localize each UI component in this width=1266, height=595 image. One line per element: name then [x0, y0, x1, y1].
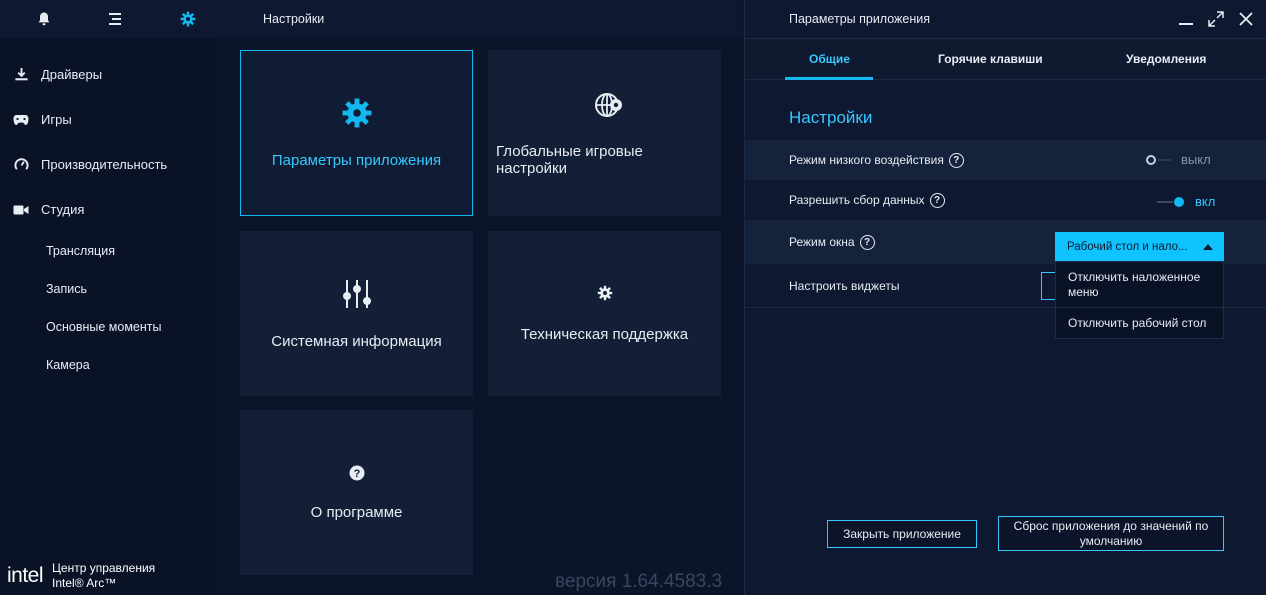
- expand-button[interactable]: [1208, 11, 1224, 27]
- section-title: Настройки: [789, 108, 873, 127]
- gamepad-icon: [13, 112, 29, 128]
- panel-tabs: Общие Горячие клавиши Уведомления: [745, 38, 1266, 80]
- brand-line-1: Центр управления: [52, 561, 156, 575]
- close-button[interactable]: [1238, 11, 1254, 27]
- tile-app-settings[interactable]: Параметры приложения: [240, 50, 473, 216]
- sidebar-subitem-camera[interactable]: Камера: [0, 346, 217, 384]
- help-icon[interactable]: ?: [929, 192, 945, 208]
- toggle-on-icon: [1157, 196, 1184, 207]
- tile-label: Параметры приложения: [271, 152, 442, 169]
- sidebar-item-label: Студия: [41, 202, 85, 217]
- sidebar-top-icons: [0, 0, 217, 38]
- tile-label: О программе: [310, 503, 403, 521]
- help-circle-icon: ?: [349, 465, 365, 486]
- settings-column: Настройки Параметры приложения Глобальны…: [217, 0, 743, 595]
- sidebar-item-performance[interactable]: Производительность: [0, 142, 217, 187]
- tab-general[interactable]: Общие: [809, 52, 850, 66]
- help-icon[interactable]: ?: [859, 234, 875, 250]
- dropdown-option[interactable]: Отключить наложенное меню: [1056, 262, 1223, 307]
- close-app-button[interactable]: Закрыть приложение: [827, 520, 977, 548]
- row-label: Разрешить сбор данных: [789, 193, 925, 207]
- notifications-button[interactable]: [16, 0, 71, 38]
- toggle-state: выкл: [1181, 152, 1211, 167]
- tile-tech-support[interactable]: Техническая поддержка: [488, 231, 721, 396]
- brand-line-2: Intel® Arc™: [52, 576, 117, 590]
- sidebar-item-games[interactable]: Игры: [0, 97, 217, 142]
- minimize-icon: [1179, 23, 1193, 25]
- sidebar-item-label: Игры: [41, 112, 72, 127]
- intel-logo: intel: [7, 564, 44, 587]
- row-label: Режим низкого воздействия: [789, 153, 944, 167]
- sidebar-item-studio[interactable]: Студия: [0, 187, 217, 232]
- close-icon: [1239, 12, 1253, 26]
- sidebar-nav: Драйверы Игры Производительность Студия …: [0, 52, 217, 384]
- intel-arc-control-window: Драйверы Игры Производительность Студия …: [0, 0, 1266, 595]
- dropdown-option[interactable]: Отключить рабочий стол: [1056, 307, 1223, 338]
- gauge-icon: [13, 157, 29, 173]
- gear-icon: [341, 97, 373, 134]
- sidebar-subitem-recording[interactable]: Запись: [0, 270, 217, 308]
- panel-title: Параметры приложения: [789, 12, 931, 26]
- panel-header: Параметры приложения: [745, 0, 1266, 38]
- brand-footer: intel Центр управления Intel® Arc™: [0, 557, 217, 595]
- minimize-button[interactable]: [1178, 11, 1194, 27]
- sidebar-item-drivers[interactable]: Драйверы: [0, 52, 217, 97]
- sliders-icon: [341, 278, 373, 315]
- video-camera-icon: [13, 202, 29, 218]
- tile-global-game-settings[interactable]: Глобальные игровые настройки: [488, 50, 721, 216]
- sidebar-subitem-highlights[interactable]: Основные моменты: [0, 308, 217, 346]
- gear-icon: [180, 11, 195, 27]
- settings-header: Настройки: [217, 0, 743, 38]
- brand-name: Центр управления Intel® Arc™: [52, 561, 155, 591]
- row-label: Настроить виджеты: [789, 278, 900, 293]
- tile-label: Системная информация: [271, 332, 442, 350]
- caret-up-icon: [1203, 243, 1213, 250]
- sidebar-item-label: Драйверы: [41, 67, 103, 82]
- toggle-state: вкл: [1195, 194, 1216, 209]
- window-mode-dropdown: Отключить наложенное меню Отключить рабо…: [1055, 261, 1224, 339]
- version-label: версия 1.64.4583.3: [555, 571, 723, 592]
- toggle-off-icon: [1146, 154, 1171, 165]
- small-gear-icon: [597, 285, 613, 306]
- menu-button[interactable]: [85, 0, 144, 38]
- globe-gear-icon: [594, 90, 624, 125]
- sidebar-subitem-streaming[interactable]: Трансляция: [0, 232, 217, 270]
- sidebar-item-label: Производительность: [41, 157, 168, 172]
- tile-label: Техническая поддержка: [520, 325, 689, 343]
- tab-hotkeys[interactable]: Горячие клавиши: [938, 52, 1043, 66]
- menu-lines-icon: [108, 13, 121, 25]
- window-mode-select[interactable]: Рабочий стол и нало...: [1055, 232, 1224, 261]
- svg-text:?: ?: [353, 468, 360, 480]
- tile-label: Глобальные игровые настройки: [496, 142, 643, 177]
- bell-icon: [38, 12, 50, 26]
- settings-button[interactable]: [158, 0, 217, 38]
- tile-system-info[interactable]: Системная информация: [240, 231, 473, 396]
- row-label: Режим окна: [789, 235, 855, 249]
- app-settings-panel: Параметры приложения Общие Горячие клави…: [744, 0, 1266, 595]
- expand-icon: [1208, 11, 1224, 27]
- low-impact-toggle[interactable]: выкл: [1145, 152, 1211, 167]
- reset-app-button[interactable]: Сброс приложения до значений по умолчани…: [998, 516, 1224, 551]
- row-low-impact-mode: Режим низкого воздействия ? выкл: [745, 140, 1266, 180]
- active-tab-indicator: [785, 77, 873, 80]
- download-icon: [13, 67, 29, 83]
- select-value: Рабочий стол и нало...: [1067, 240, 1188, 253]
- tab-notifications[interactable]: Уведомления: [1126, 52, 1206, 66]
- help-icon[interactable]: ?: [948, 152, 964, 168]
- data-collection-toggle[interactable]: вкл: [1157, 194, 1215, 209]
- sidebar: Драйверы Игры Производительность Студия …: [0, 0, 217, 595]
- tile-about[interactable]: ? О программе: [240, 410, 473, 575]
- row-data-collection: Разрешить сбор данных ? вкл: [745, 180, 1266, 220]
- window-controls: [1178, 11, 1254, 27]
